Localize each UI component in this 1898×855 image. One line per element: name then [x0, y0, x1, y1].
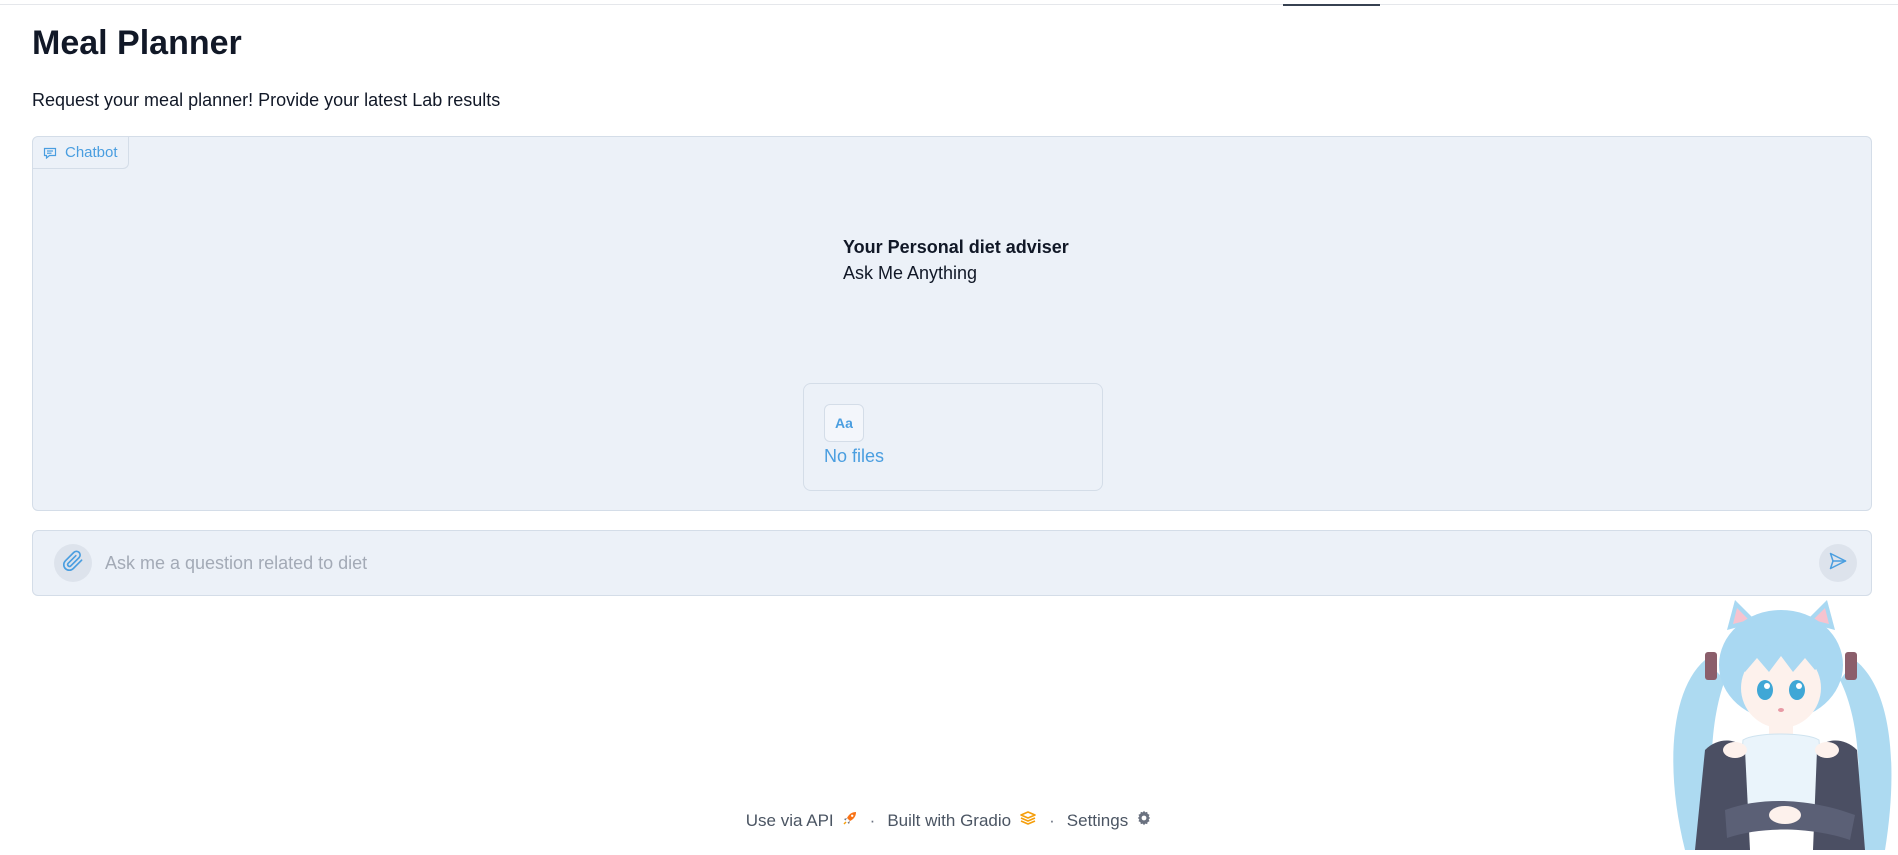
gradio-logo-icon	[1019, 810, 1037, 831]
attach-file-button[interactable]	[54, 544, 92, 582]
anime-character-illustration	[1665, 600, 1898, 850]
chatbot-placeholder: Your Personal diet adviser Ask Me Anythi…	[843, 235, 1069, 287]
chatbot-label-text: Chatbot	[65, 144, 118, 161]
chat-input-row	[32, 530, 1872, 596]
footer-separator: ·	[869, 810, 876, 830]
rocket-icon	[842, 810, 858, 831]
footer: Use via API · Built with Gradio · Settin…	[0, 810, 1898, 831]
text-format-icon: Aa	[824, 404, 864, 442]
built-with-gradio-link[interactable]: Built with Gradio	[887, 810, 1037, 831]
page-title: Meal Planner	[32, 24, 242, 62]
top-active-tab-indicator	[1283, 4, 1380, 6]
use-via-api-label: Use via API	[745, 810, 834, 830]
no-files-text: No files	[824, 446, 885, 466]
send-icon	[1828, 551, 1848, 576]
paperclip-icon	[62, 549, 84, 577]
placeholder-subheading: Ask Me Anything	[843, 263, 978, 283]
chat-message-input[interactable]	[105, 547, 1785, 579]
settings-label: Settings	[1066, 810, 1129, 830]
page-description: Request your meal planner! Provide your …	[32, 90, 501, 110]
chatbot-panel[interactable]: Chatbot Your Personal diet adviser Ask M…	[32, 136, 1872, 511]
footer-separator: ·	[1049, 810, 1055, 830]
settings-link[interactable]: Settings	[1067, 810, 1152, 831]
chatbot-label: Chatbot	[33, 137, 129, 169]
chat-bubble-icon	[43, 147, 57, 159]
built-with-gradio-label: Built with Gradio	[887, 810, 1012, 830]
top-border	[0, 0, 1898, 5]
send-button[interactable]	[1819, 544, 1857, 582]
files-card[interactable]: Aa No files	[803, 383, 1103, 491]
use-via-api-link[interactable]: Use via API	[746, 810, 858, 831]
gear-icon	[1136, 810, 1152, 831]
placeholder-heading: Your Personal diet adviser	[843, 237, 1069, 257]
